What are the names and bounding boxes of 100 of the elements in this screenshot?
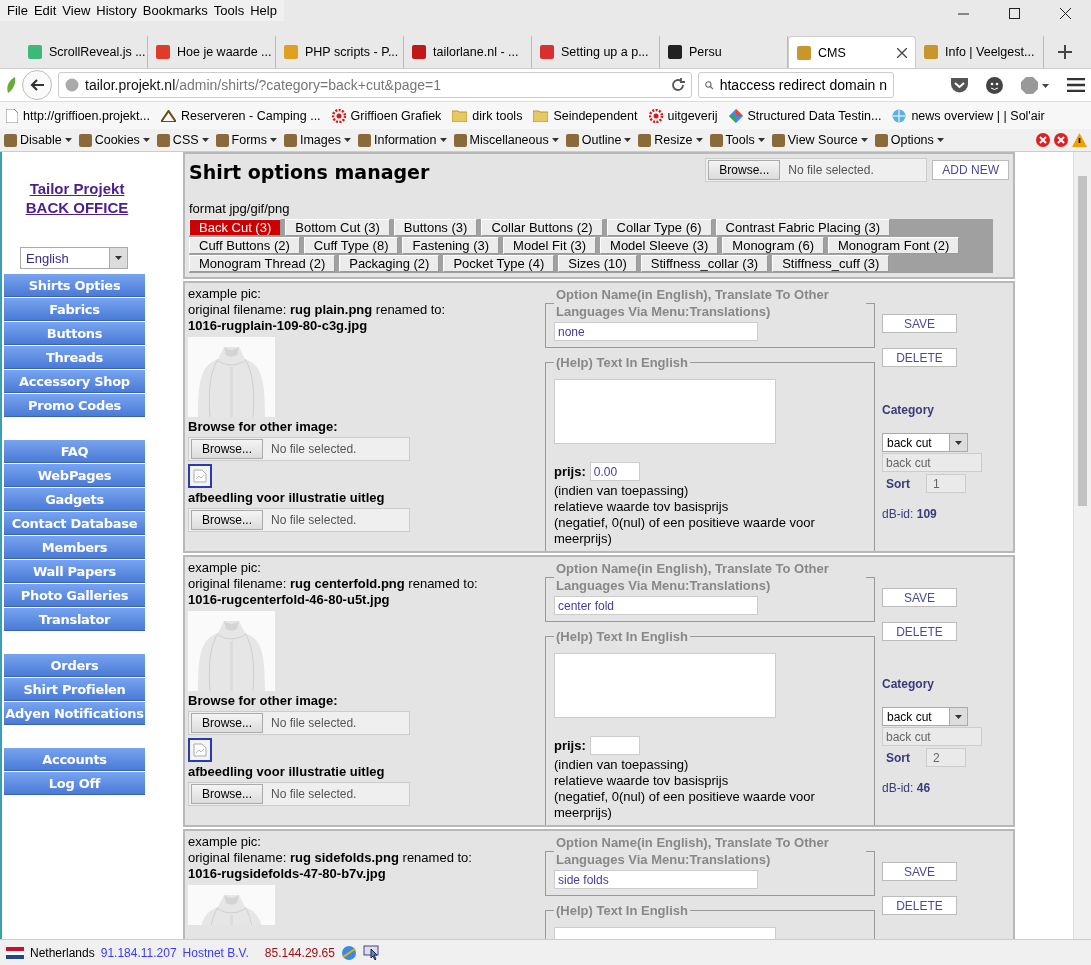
category-tab[interactable]: Monogram Thread (2) [189, 255, 336, 272]
category-tab[interactable]: Contrast Fabric Placing (3) [715, 219, 891, 236]
menu-icon[interactable] [1067, 78, 1085, 92]
category-tab[interactable]: Model Sleeve (3) [600, 237, 719, 254]
category-tab[interactable]: Model Fit (3) [503, 237, 597, 254]
menu-item[interactable]: Edit [30, 1, 60, 20]
category-tab[interactable]: Buttons (3) [393, 219, 478, 236]
toolbar-menu[interactable]: CSS [156, 133, 209, 147]
image-thumbnail[interactable] [188, 464, 212, 488]
category-tab[interactable]: Monogram (6) [722, 237, 824, 254]
add-new-button[interactable]: ADD NEW [932, 160, 1009, 180]
toolbar-menu[interactable]: Forms [215, 133, 277, 147]
menu-item[interactable]: Help [247, 1, 280, 20]
toolbar-menu[interactable]: Miscellaneous [453, 133, 559, 147]
category-tab[interactable]: Back Cut (3) [189, 219, 282, 236]
category-field[interactable]: back cut [882, 453, 982, 472]
bookmark[interactable]: Reserveren - Camping ... [160, 108, 321, 123]
price-field[interactable] [589, 736, 640, 755]
category-tab[interactable]: Bottom Cut (3) [285, 219, 390, 236]
url-text: tailor.projekt.nl/admin/shirts/?category=back+cut&page=1 [85, 77, 443, 93]
toolbar-menu[interactable]: Options [874, 133, 944, 147]
bookmark[interactable]: dirk tools [452, 108, 523, 123]
category-tab[interactable]: Stiffness_cuff (3) [772, 255, 890, 272]
language-select[interactable]: English [20, 247, 128, 269]
category-select[interactable]: back cut [882, 707, 968, 726]
category-tab[interactable]: Collar Type (6) [606, 219, 712, 236]
category-field[interactable]: back cut [882, 727, 982, 746]
price-field[interactable]: 0.00 [589, 462, 640, 481]
category-tab[interactable]: Packaging (2) [339, 255, 440, 272]
file-field[interactable]: Browse... No file selected. [188, 782, 410, 806]
maximize-icon[interactable] [1009, 8, 1020, 19]
browser-tab[interactable]: ScrollReveal.js ... [20, 36, 148, 68]
option-name-field[interactable]: center fold [554, 596, 758, 615]
scrollbar[interactable] [1073, 152, 1091, 939]
menu-item[interactable]: File [4, 1, 31, 20]
browse-button[interactable]: Browse... [708, 160, 781, 180]
toolbar-menu[interactable]: Cookies [78, 133, 150, 147]
pocket-icon[interactable] [951, 77, 968, 93]
close-tab-icon[interactable] [897, 47, 907, 58]
browser-tab[interactable]: CMS [788, 36, 916, 68]
category-tab[interactable]: Collar Buttons (2) [481, 219, 603, 236]
toolbar-menu[interactable]: Outline [565, 133, 632, 147]
menu-item[interactable]: View [59, 1, 94, 20]
browser-tab[interactable]: PHP scripts - P... [276, 36, 404, 68]
browser-tab[interactable]: Hoe je waarde ... [148, 36, 276, 68]
delete-button[interactable]: DELETE [882, 622, 957, 641]
sort-field[interactable]: 2 [926, 748, 966, 767]
menu-item[interactable]: Bookmarks [139, 1, 211, 20]
option-name-field[interactable]: none [554, 322, 758, 341]
caret-icon [936, 138, 944, 142]
menu-item[interactable]: History [93, 1, 140, 20]
file-field[interactable]: Browse... No file selected. [705, 158, 928, 182]
file-field[interactable]: Browse... No file selected. [188, 711, 410, 735]
sort-field[interactable]: 1 [926, 474, 966, 493]
new-tab-icon[interactable] [1058, 45, 1072, 59]
reload-icon[interactable] [671, 78, 685, 92]
bookmark[interactable]: Griffioen Grafiek [331, 108, 442, 123]
category-tab[interactable]: Monogram Font (2) [827, 237, 960, 254]
toolbar-menu[interactable]: Information [358, 133, 447, 147]
save-button[interactable]: SAVE [882, 588, 957, 607]
smiley-icon[interactable] [986, 76, 1003, 94]
category-tab[interactable]: Cuff Type (8) [303, 237, 399, 254]
delete-button[interactable]: DELETE [882, 348, 957, 367]
category-select[interactable]: back cut [882, 433, 968, 452]
browser-tab[interactable]: Info | Veelgest... [916, 36, 1044, 68]
toolbar-menu[interactable]: View Source [771, 133, 868, 147]
save-button[interactable]: SAVE [882, 314, 957, 333]
back-button[interactable] [22, 70, 52, 100]
search-field[interactable]: htaccess redirect domain n [698, 72, 894, 98]
close-icon[interactable] [1060, 8, 1071, 19]
menu-item[interactable]: Tools [210, 1, 248, 20]
option-name-field[interactable]: side folds [554, 870, 758, 889]
image-thumbnail[interactable] [188, 738, 212, 762]
file-field[interactable]: Browse... No file selected. [188, 508, 410, 532]
browse-button[interactable]: Browse... [191, 784, 263, 804]
bookmark[interactable]: news overview | | Sol'air [892, 108, 1045, 123]
browse-button[interactable]: Browse... [191, 510, 263, 530]
bookmark[interactable]: Seindependent [533, 108, 638, 123]
bookmark[interactable]: Structured Data Testin... [728, 108, 882, 123]
category-tab[interactable]: Fastening (3) [402, 237, 500, 254]
browser-tab[interactable]: Setting up a p... [532, 36, 660, 68]
category-tab[interactable]: Pocket Type (4) [443, 255, 555, 272]
bookmark[interactable]: http://griffioen.projekt... [6, 108, 150, 123]
toolbar-menu[interactable]: Tools [709, 133, 765, 147]
address-bar[interactable]: tailor.projekt.nl/admin/shirts/?category=back+cut&page=1 [58, 72, 692, 98]
save-button[interactable]: SAVE [882, 862, 957, 881]
image-label: afbeedling voor illustratie uitleg [188, 764, 385, 780]
file-field[interactable]: Browse... No file selected. [188, 437, 410, 461]
browser-tab[interactable]: tailorlane.nl - ... [404, 36, 532, 68]
bookmark[interactable]: uitgeverij [648, 108, 718, 123]
category-tab[interactable]: Stiffness_collar (3) [640, 255, 769, 272]
back-office-link[interactable]: Tailor Projekt BACK OFFICE [2, 179, 152, 217]
category-tab[interactable]: Cuff Buttons (2) [189, 237, 300, 254]
toolbar-menu[interactable]: Images [284, 133, 351, 147]
toolbar-menu[interactable]: Resize [638, 133, 703, 147]
browse-button[interactable]: Browse... [191, 713, 263, 733]
category-tab[interactable]: Sizes (10) [558, 255, 637, 272]
browse-button[interactable]: Browse... [191, 439, 263, 459]
toolbar-menu[interactable]: Disable [4, 133, 72, 147]
delete-button[interactable]: DELETE [882, 896, 957, 915]
